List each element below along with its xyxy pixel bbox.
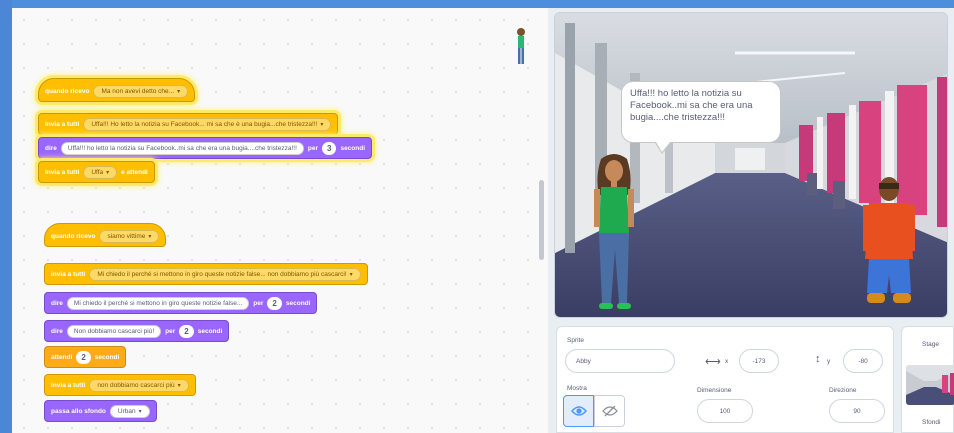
message-dropdown[interactable]: Uffa ▾ xyxy=(83,165,118,179)
block-keyword: invia a tutti xyxy=(45,120,80,128)
say-for-secs-block[interactable]: dire Non dobbiamo cascarci più! per 2 se… xyxy=(44,320,230,342)
message-dropdown[interactable]: Mi chiedo il perché si mettono in giro q… xyxy=(89,267,361,281)
y-label: y xyxy=(827,358,831,365)
top-bar xyxy=(0,0,954,8)
block-keyword: e attendi xyxy=(121,168,148,176)
block-keyword: invia a tutti xyxy=(51,270,86,278)
block-keyword: secondi xyxy=(340,144,366,152)
block-keyword: per xyxy=(253,299,264,307)
say-for-secs-block[interactable]: dire Uffa!!! ho letto la notizia su Face… xyxy=(38,137,373,159)
direction-input[interactable]: 90 xyxy=(829,399,885,423)
script-2[interactable]: quando ricevo siamo vittime ▾ invia a tut… xyxy=(44,223,514,423)
number-input[interactable]: 3 xyxy=(322,141,337,155)
sprite-label: Sprite xyxy=(567,337,584,344)
stage-title: Stage xyxy=(922,341,939,348)
hide-button[interactable] xyxy=(594,395,625,427)
text-input[interactable]: Uffa!!! ho letto la notizia su Facebook.… xyxy=(60,141,304,155)
bubble-tail xyxy=(656,142,670,152)
speech-bubble: Uffa!!! ho letto la notizia su Facebook.… xyxy=(621,81,781,154)
number-input[interactable]: 2 xyxy=(267,296,282,310)
x-arrows-icon: ⟷ xyxy=(705,356,721,368)
backdrop-thumbnail[interactable] xyxy=(906,365,954,405)
block-keyword: secondi xyxy=(94,353,120,361)
dropdown-caret-icon: ▾ xyxy=(148,234,152,240)
block-keyword: dire xyxy=(45,144,57,152)
eye-icon xyxy=(570,406,587,416)
second-sprite[interactable] xyxy=(861,175,917,315)
backdrop-thumbnail-image xyxy=(906,365,954,405)
stage[interactable]: Uffa!!! ho letto la notizia su Facebook.… xyxy=(554,12,948,318)
code-area[interactable]: quando ricevo Ma non avevi detto che... ▾… xyxy=(12,8,548,433)
dropdown-caret-icon: ▾ xyxy=(138,408,142,415)
broadcast-block[interactable]: invia a tutti Uffa!!! Ho letto la notizi… xyxy=(38,113,339,135)
visibility-toggle xyxy=(563,395,625,427)
left-edge xyxy=(0,0,12,433)
sprite-corner-thumbnail xyxy=(517,28,525,64)
message-dropdown[interactable]: Uffa!!! Ho letto la notizia su Facebook.… xyxy=(83,117,332,131)
size-input[interactable]: 100 xyxy=(697,399,753,423)
y-arrows-icon: ↕ xyxy=(815,353,821,365)
block-keyword: per xyxy=(165,327,176,335)
block-keyword: attendi xyxy=(51,353,73,361)
eye-hidden-icon xyxy=(601,405,618,417)
text-input[interactable]: Mi chiedo il perché si mettono in giro q… xyxy=(66,296,250,310)
block-keyword: quando ricevo xyxy=(45,88,90,95)
block-keyword: secondi xyxy=(197,327,223,335)
message-dropdown[interactable]: Ma non avevi detto che... ▾ xyxy=(93,85,189,98)
number-input[interactable]: 2 xyxy=(76,350,91,364)
dropdown-caret-icon: ▾ xyxy=(349,271,353,278)
number-input[interactable]: 2 xyxy=(179,324,194,338)
block-keyword: passa allo sfondo xyxy=(51,407,106,415)
block-keyword: dire xyxy=(51,299,63,307)
switch-backdrop-block[interactable]: passa allo sfondo Urban ▾ xyxy=(44,400,157,422)
message-dropdown[interactable]: siamo vittime ▾ xyxy=(99,230,160,243)
when-i-receive-block[interactable]: quando ricevo siamo vittime ▾ xyxy=(44,223,167,247)
stage-wrapper: Uffa!!! ho letto la notizia su Facebook.… xyxy=(548,8,954,321)
when-i-receive-block[interactable]: quando ricevo Ma non avevi detto che... ▾ xyxy=(38,78,196,102)
dropdown-caret-icon: ▾ xyxy=(106,169,110,176)
backdrop-dropdown[interactable]: Urban ▾ xyxy=(109,404,150,418)
sprite-name-input[interactable]: Abby xyxy=(565,349,675,373)
block-keyword: secondi xyxy=(285,299,311,307)
block-keyword: per xyxy=(307,144,318,152)
stage-selector-panel[interactable]: Stage Sfondi xyxy=(901,326,954,433)
dropdown-caret-icon: ▾ xyxy=(320,121,324,128)
speech-text: Uffa!!! ho letto la notizia su Facebook.… xyxy=(630,88,753,123)
abby-sprite[interactable] xyxy=(589,153,639,318)
y-position-input[interactable]: -80 xyxy=(843,349,883,373)
dropdown-caret-icon: ▾ xyxy=(177,382,181,389)
block-keyword: dire xyxy=(51,327,63,335)
direction-label: Direzione xyxy=(829,387,857,394)
script-1[interactable]: quando ricevo Ma non avevi detto che... ▾… xyxy=(38,78,508,188)
backdrops-label: Sfondi xyxy=(922,419,941,426)
dropdown-caret-icon: ▾ xyxy=(177,89,181,95)
wait-block[interactable]: attendi 2 secondi xyxy=(44,346,127,368)
block-keyword: invia a tutti xyxy=(51,381,86,389)
sprite-info-panel: Sprite Abby ⟷ x -173 ↕ y -80 Mostra Dime… xyxy=(556,326,894,433)
text-input[interactable]: Non dobbiamo cascarci più! xyxy=(66,324,162,338)
block-keyword: quando ricevo xyxy=(51,233,96,240)
broadcast-block[interactable]: invia a tutti non dobbiamo cascarci più ▾ xyxy=(44,374,196,396)
broadcast-and-wait-block[interactable]: invia a tutti Uffa ▾ e attendi xyxy=(38,161,155,183)
size-label: Dimensione xyxy=(697,387,732,394)
say-for-secs-block[interactable]: dire Mi chiedo il perché si mettono in g… xyxy=(44,292,318,314)
broadcast-block[interactable]: invia a tutti Mi chiedo il perché si met… xyxy=(44,263,368,285)
x-label: x xyxy=(725,358,729,365)
block-keyword: invia a tutti xyxy=(45,168,80,176)
code-area-scrollbar[interactable] xyxy=(539,180,544,260)
show-label: Mostra xyxy=(567,385,587,392)
message-dropdown[interactable]: non dobbiamo cascarci più ▾ xyxy=(89,378,189,392)
x-position-input[interactable]: -173 xyxy=(739,349,779,373)
show-button[interactable] xyxy=(563,395,594,427)
